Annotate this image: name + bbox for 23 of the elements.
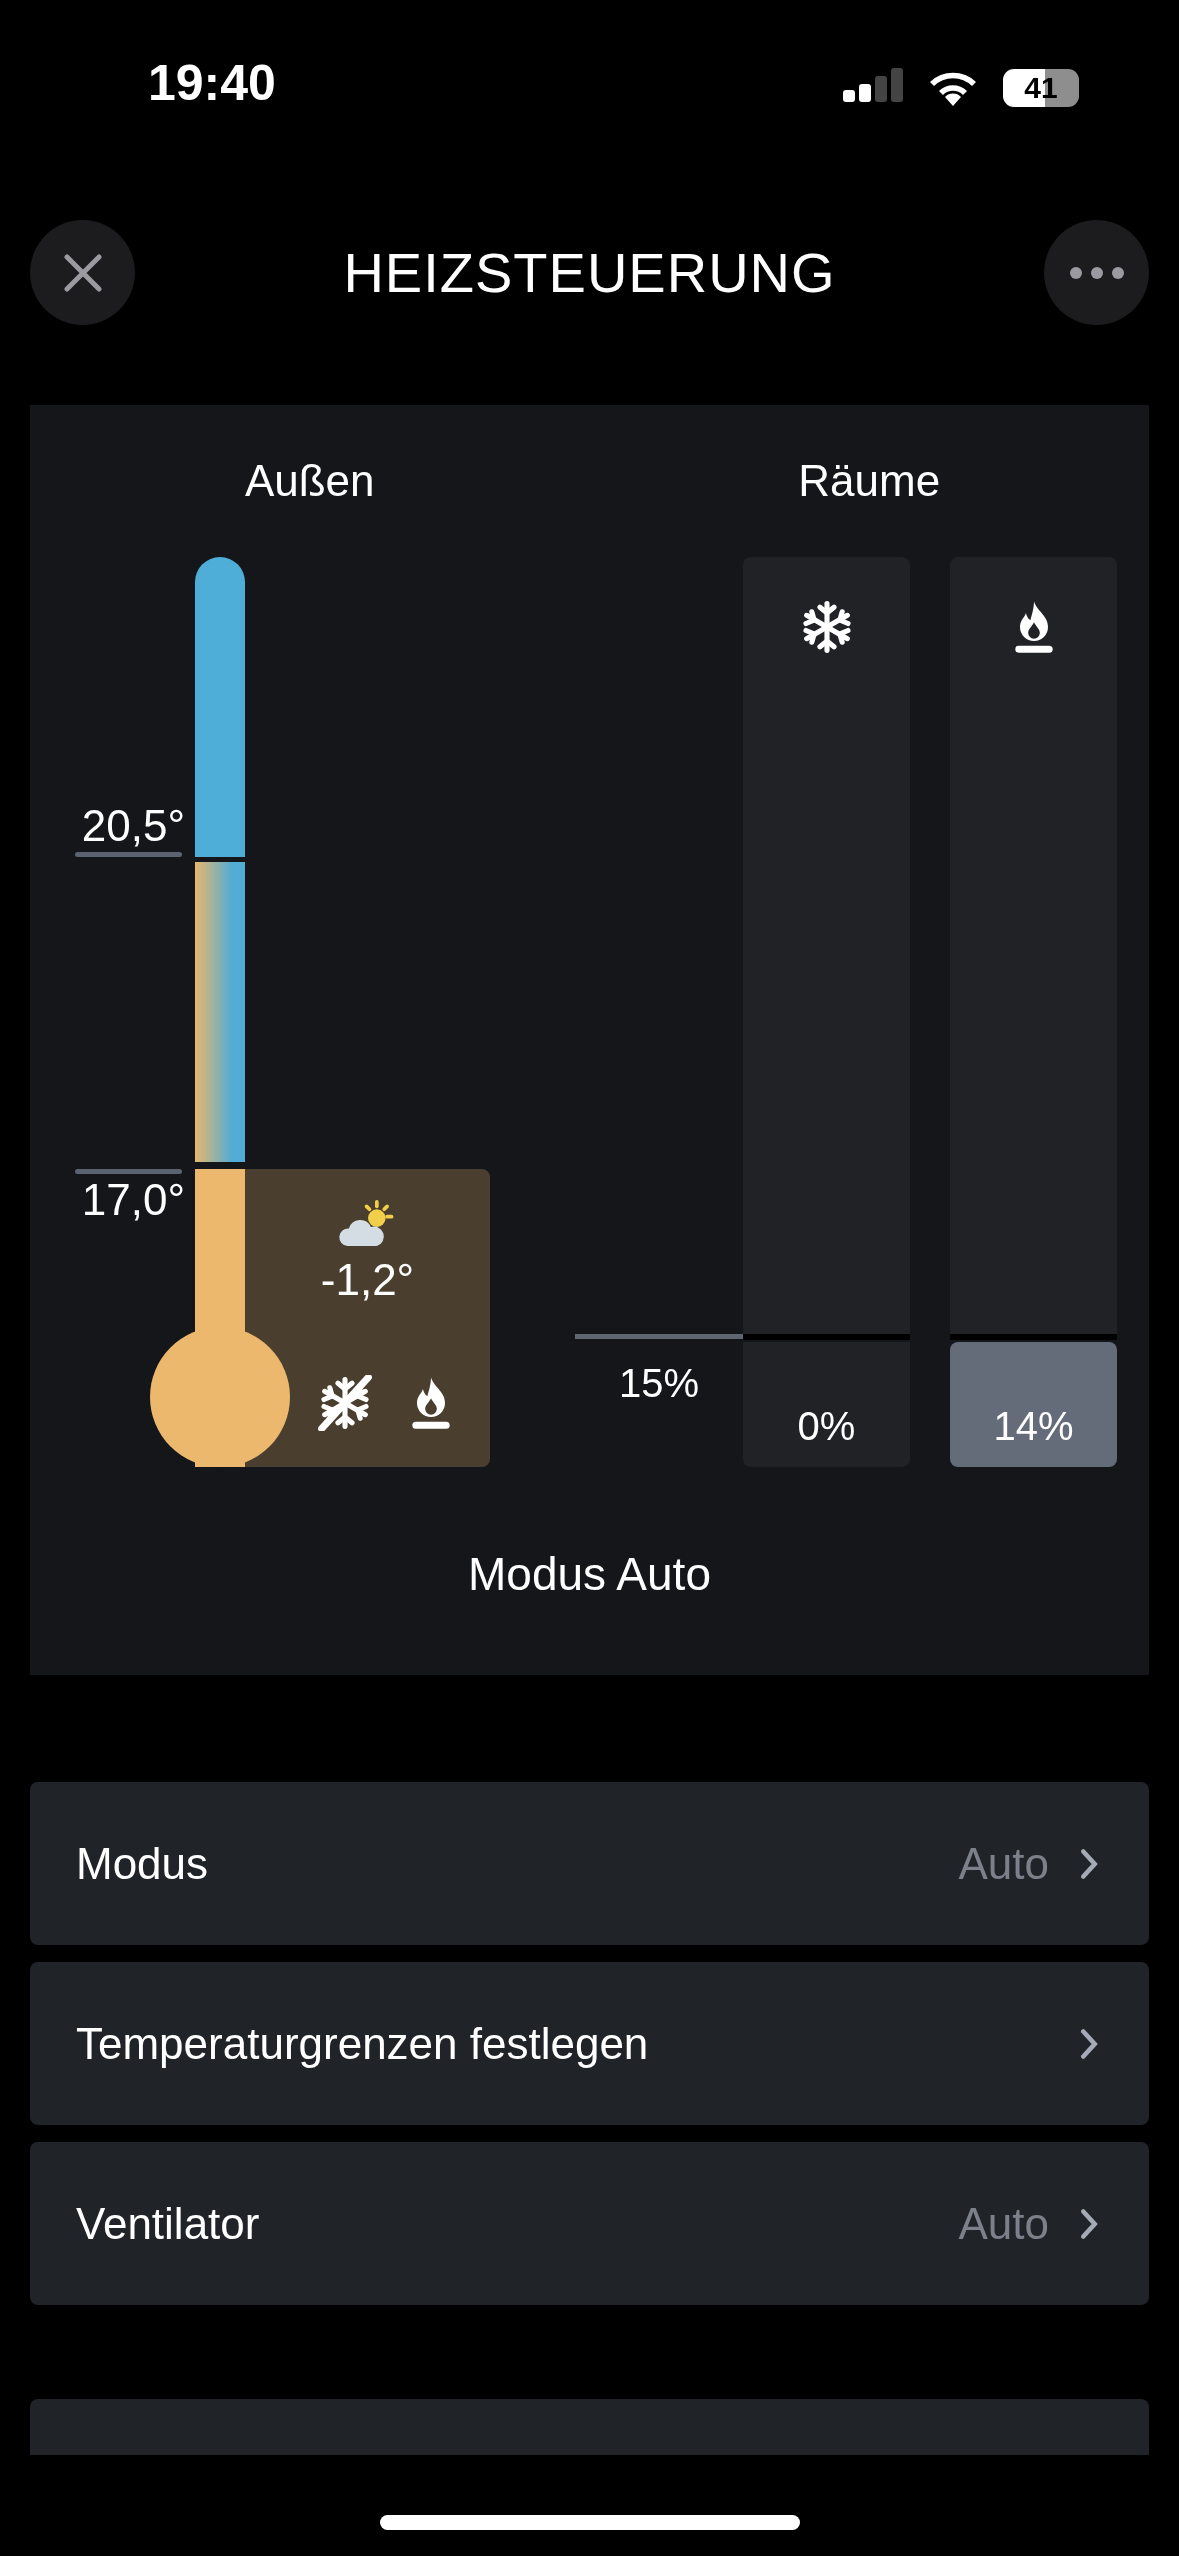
snowflake-off-icon xyxy=(316,1375,373,1431)
settings-row[interactable]: Ventilator Auto xyxy=(30,2142,1149,2305)
upper-limit: 20,5° xyxy=(81,800,185,852)
level-cell: 14% xyxy=(950,1342,1117,1467)
section-title: Außen xyxy=(243,455,376,507)
section-title: Räume xyxy=(797,455,942,507)
close-icon xyxy=(62,252,103,293)
battery-indicator: 41 xyxy=(1003,69,1079,107)
more-icon xyxy=(1068,265,1125,280)
clock: 19:40 xyxy=(148,54,276,113)
settings-row[interactable]: Temperaturgrenzen festlegen xyxy=(30,1962,1149,2125)
settings-row[interactable]: Modus Auto xyxy=(30,1782,1149,1945)
chevron-icon xyxy=(1079,2207,1099,2240)
row-value: Auto xyxy=(958,2198,1049,2249)
threshold-value: 15% xyxy=(617,1361,701,1406)
chevron-icon xyxy=(1079,2027,1099,2060)
chevron-icon xyxy=(1079,1847,1099,1880)
mode-caption: Modus Auto xyxy=(467,1547,712,1601)
page-title: HEIZSTEUERUNG xyxy=(343,240,836,305)
lower-limit: 17,0° xyxy=(81,1174,185,1226)
row-value: Auto xyxy=(958,1838,1049,1889)
level-cell: 0% xyxy=(743,1342,910,1467)
outside-temperature: -1,2° xyxy=(320,1255,415,1305)
